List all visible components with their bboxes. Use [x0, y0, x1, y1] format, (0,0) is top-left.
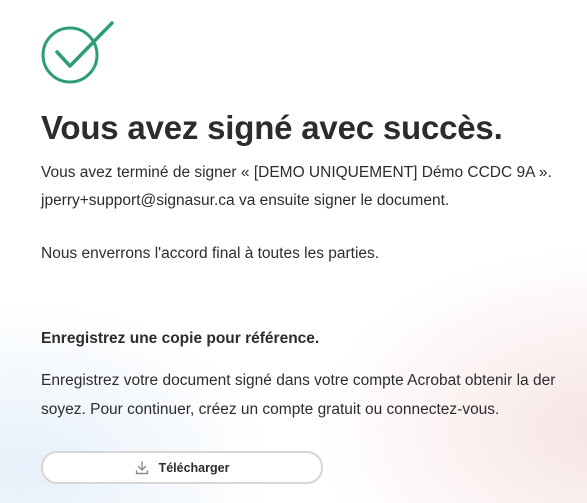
save-copy-text-line-1: Enregistrez votre document signé dans vo… [41, 372, 556, 389]
download-icon [135, 460, 148, 474]
save-copy-text-line-2: soyez. Pour continuer, créez un compte g… [41, 401, 500, 418]
download-button[interactable]: Télécharger [41, 451, 323, 484]
final-agreement-message: Nous enverrons l'accord final à toutes l… [41, 245, 380, 262]
next-signer-message: jperry+support@signasur.ca va ensuite si… [41, 192, 450, 209]
confirmation-panel: Vous avez signé avec succès. Vous avez t… [41, 0, 587, 503]
page-title: Vous avez signé avec succès. [41, 109, 503, 146]
success-check-icon [41, 21, 114, 84]
save-copy-heading: Enregistrez une copie pour référence. [41, 330, 320, 347]
download-button-label: Télécharger [158, 460, 230, 475]
completed-message: Vous avez terminé de signer « [DEMO UNIQ… [41, 164, 552, 181]
